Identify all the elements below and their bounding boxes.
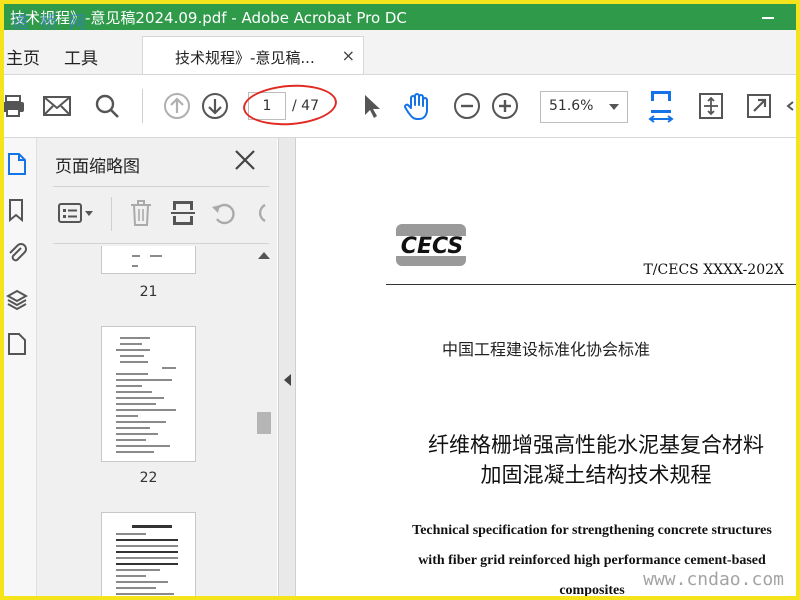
tab-bar: 主页 工具 技术规程》-意见稿... × — [4, 30, 796, 75]
bookmark-icon[interactable] — [6, 198, 28, 222]
annotation-circle — [241, 81, 339, 129]
tab-tools[interactable]: 工具 — [64, 44, 98, 69]
page-thumbnails-icon[interactable] — [6, 152, 28, 176]
tab-close-button[interactable]: × — [342, 46, 355, 65]
title-cn-line2: 加固混凝土结构技术规程 — [480, 463, 712, 487]
header-rule — [386, 284, 796, 285]
next-page-icon[interactable] — [200, 91, 230, 121]
close-icon[interactable] — [233, 148, 257, 172]
svg-text:CECS: CECS — [401, 234, 463, 259]
panel-splitter[interactable] — [278, 138, 296, 596]
rotate-icon[interactable] — [209, 199, 237, 227]
print-icon[interactable] — [4, 91, 28, 121]
zoom-in-icon[interactable] — [490, 91, 520, 121]
chevron-up-icon[interactable] — [258, 252, 270, 259]
app-window: 技术规程》-意见稿2024.09.pdf - Adobe Acrobat Pro… — [0, 0, 800, 600]
thumbnails-panel: 页面缩略图 21 22 — [37, 138, 277, 596]
tab-document[interactable]: 技术规程》-意见稿... × — [142, 36, 364, 74]
document-icon[interactable] — [6, 332, 28, 356]
watermark-url: www.cndao.com — [643, 569, 784, 590]
standard-code: T/CECS XXXX-202X — [643, 262, 784, 278]
email-icon[interactable] — [42, 91, 72, 121]
panel-divider — [111, 197, 112, 231]
thumbnail-label: 22 — [139, 470, 158, 486]
title-cn-line1: 纤维格栅增强高性能水泥基复合材料 — [428, 433, 764, 457]
attachment-icon[interactable] — [6, 242, 28, 266]
document-view[interactable]: CECS T/CECS XXXX-202X 中国工程建设标准化协会标准 纤维格栅… — [296, 138, 796, 596]
hand-tool-icon[interactable] — [402, 91, 432, 121]
tab-document-label: 技术规程》-意见稿... — [175, 49, 315, 67]
fit-page-icon[interactable] — [696, 91, 726, 121]
title-bar: 技术规程》-意见稿2024.09.pdf - Adobe Acrobat Pro… — [4, 4, 796, 30]
collapse-panel-icon[interactable] — [284, 374, 291, 386]
thumbnail-label: 21 — [139, 284, 158, 300]
full-screen-icon[interactable] — [744, 91, 774, 121]
rotate-clockwise-icon[interactable] — [247, 199, 269, 227]
delete-icon[interactable] — [127, 199, 155, 227]
thumbnail-page[interactable] — [101, 512, 196, 596]
thumbnail-scrollbar[interactable] — [255, 246, 273, 596]
cecs-logo: CECS — [386, 224, 478, 266]
watermark-logo: 道 桥 网 — [12, 13, 89, 33]
fit-width-icon[interactable] — [646, 91, 676, 123]
zoom-select[interactable]: 51.6% — [540, 91, 628, 123]
zoom-out-icon[interactable] — [452, 91, 482, 121]
minimize-button[interactable] — [758, 6, 778, 26]
chevron-down-icon — [609, 104, 619, 110]
tab-home[interactable]: 主页 — [6, 44, 40, 69]
thumbnail-page[interactable] — [101, 326, 196, 462]
search-icon[interactable] — [92, 91, 122, 121]
panel-toolbar — [53, 186, 269, 244]
toolbar-divider — [142, 89, 143, 123]
toolbar: 1 / 47 51.6% — [4, 75, 796, 138]
thumbnail-page[interactable] — [101, 246, 196, 274]
options-menu-icon[interactable] — [57, 199, 97, 227]
extract-pages-icon[interactable] — [169, 199, 197, 227]
navigation-rail — [4, 138, 37, 596]
association-name: 中国工程建设标准化协会标准 — [441, 340, 650, 359]
title-en-line1: Technical specification for strengthenin… — [412, 523, 772, 538]
panel-title: 页面缩略图 — [55, 157, 140, 177]
zoom-value: 51.6% — [549, 98, 594, 114]
previous-page-icon[interactable] — [162, 91, 192, 121]
more-tools-icon[interactable] — [784, 91, 796, 121]
scroll-thumb[interactable] — [257, 412, 271, 434]
thumbnail-list: 21 22 — [37, 246, 255, 596]
select-cursor-icon[interactable] — [356, 91, 386, 121]
layers-icon[interactable] — [6, 288, 28, 312]
